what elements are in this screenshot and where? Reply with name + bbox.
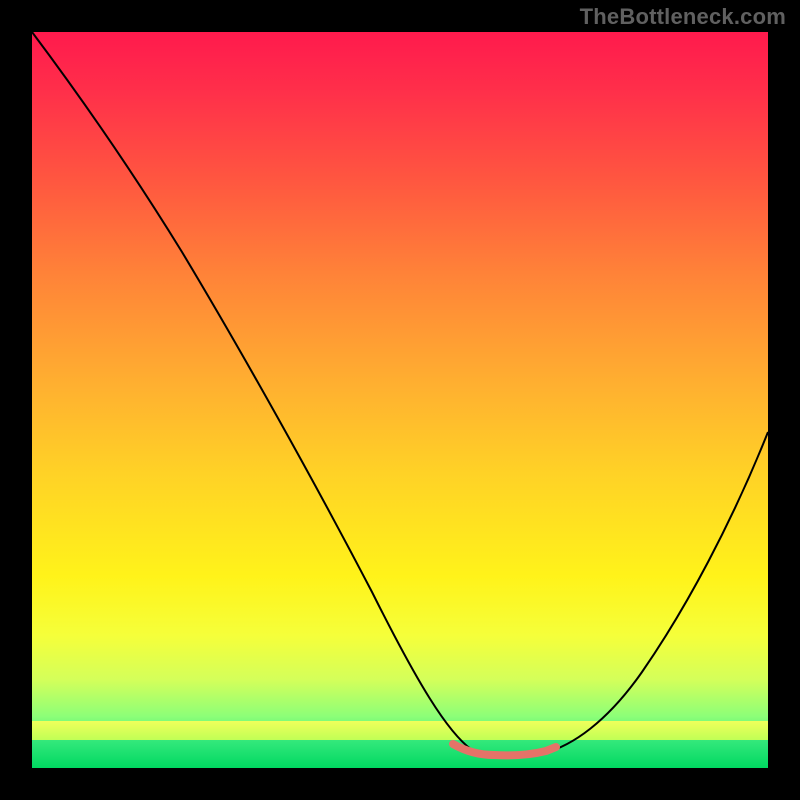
watermark-text: TheBottleneck.com [580,4,786,30]
accent-curve [453,744,556,755]
plot-area [32,32,768,768]
curve-svg [32,32,768,768]
main-curve [32,32,768,755]
chart-frame: TheBottleneck.com [0,0,800,800]
